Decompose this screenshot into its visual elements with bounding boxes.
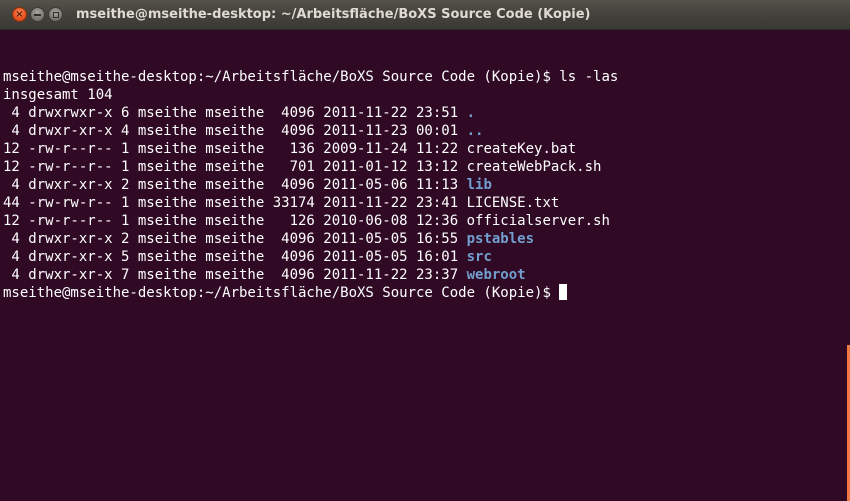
- listing-row: 12 -rw-r--r-- 1 mseithe mseithe 126 2010…: [3, 212, 850, 230]
- directory-name: webroot: [466, 267, 526, 283]
- close-icon: ×: [15, 8, 24, 20]
- maximize-button[interactable]: [48, 7, 63, 22]
- directory-name: lib: [466, 177, 492, 193]
- directory-name: pstables: [466, 231, 535, 247]
- minimize-button[interactable]: [30, 7, 45, 22]
- listing-row: 12 -rw-r--r-- 1 mseithe mseithe 701 2011…: [3, 158, 850, 176]
- file-name: officialserver.sh: [466, 213, 610, 229]
- file-name: LICENSE.txt: [466, 195, 560, 211]
- entry-details: 4 drwxr-xr-x 7 mseithe mseithe 4096 2011…: [3, 267, 467, 283]
- listing-row: 4 drwxr-xr-x 2 mseithe mseithe 4096 2011…: [3, 176, 850, 194]
- listing-row: 44 -rw-rw-r-- 1 mseithe mseithe 33174 20…: [3, 194, 850, 212]
- listing: 4 drwxrwxr-x 6 mseithe mseithe 4096 2011…: [3, 104, 850, 284]
- prompt: mseithe@mseithe-desktop:~/Arbeitsfläche/…: [3, 69, 560, 85]
- terminal-window: × mseithe@mseithe-desktop: ~/Arbeitsfläc…: [0, 0, 850, 501]
- prompt: mseithe@mseithe-desktop:~/Arbeitsfläche/…: [3, 285, 560, 301]
- entry-details: 4 drwxr-xr-x 4 mseithe mseithe 4096 2011…: [3, 123, 467, 139]
- title-bar[interactable]: × mseithe@mseithe-desktop: ~/Arbeitsfläc…: [0, 0, 850, 30]
- directory-name: ..: [466, 123, 484, 139]
- command: ls -las: [559, 69, 619, 85]
- entry-details: 44 -rw-rw-r-- 1 mseithe mseithe 33174 20…: [3, 195, 467, 211]
- entry-details: 4 drwxr-xr-x 5 mseithe mseithe 4096 2011…: [3, 249, 467, 265]
- total-line: insgesamt 104: [3, 87, 113, 103]
- entry-details: 4 drwxrwxr-x 6 mseithe mseithe 4096 2011…: [3, 105, 467, 121]
- listing-row: 12 -rw-r--r-- 1 mseithe mseithe 136 2009…: [3, 140, 850, 158]
- text-cursor: [559, 284, 568, 300]
- entry-details: 12 -rw-r--r-- 1 mseithe mseithe 701 2011…: [3, 159, 467, 175]
- entry-details: 4 drwxr-xr-x 2 mseithe mseithe 4096 2011…: [3, 177, 467, 193]
- command-line: mseithe@mseithe-desktop:~/Arbeitsfläche/…: [3, 68, 850, 86]
- listing-row: 4 drwxrwxr-x 6 mseithe mseithe 4096 2011…: [3, 104, 850, 122]
- file-name: createKey.bat: [466, 141, 577, 157]
- listing-row: 4 drwxr-xr-x 5 mseithe mseithe 4096 2011…: [3, 248, 850, 266]
- minimize-icon: [34, 13, 41, 16]
- entry-details: 4 drwxr-xr-x 2 mseithe mseithe 4096 2011…: [3, 231, 467, 247]
- directory-name: src: [466, 249, 492, 265]
- file-name: createWebPack.sh: [466, 159, 602, 175]
- entry-details: 12 -rw-r--r-- 1 mseithe mseithe 126 2010…: [3, 213, 467, 229]
- maximize-icon: [52, 11, 59, 18]
- window-title: mseithe@mseithe-desktop: ~/Arbeitsfläche…: [76, 7, 591, 22]
- close-button[interactable]: ×: [12, 7, 27, 22]
- listing-row: 4 drwxr-xr-x 7 mseithe mseithe 4096 2011…: [3, 266, 850, 284]
- listing-row: 4 drwxr-xr-x 2 mseithe mseithe 4096 2011…: [3, 230, 850, 248]
- directory-name: .: [466, 105, 476, 121]
- entry-details: 12 -rw-r--r-- 1 mseithe mseithe 136 2009…: [3, 141, 467, 157]
- current-prompt-line[interactable]: mseithe@mseithe-desktop:~/Arbeitsfläche/…: [3, 284, 850, 302]
- listing-row: 4 drwxr-xr-x 4 mseithe mseithe 4096 2011…: [3, 122, 850, 140]
- terminal-output[interactable]: mseithe@mseithe-desktop:~/Arbeitsfläche/…: [0, 30, 850, 501]
